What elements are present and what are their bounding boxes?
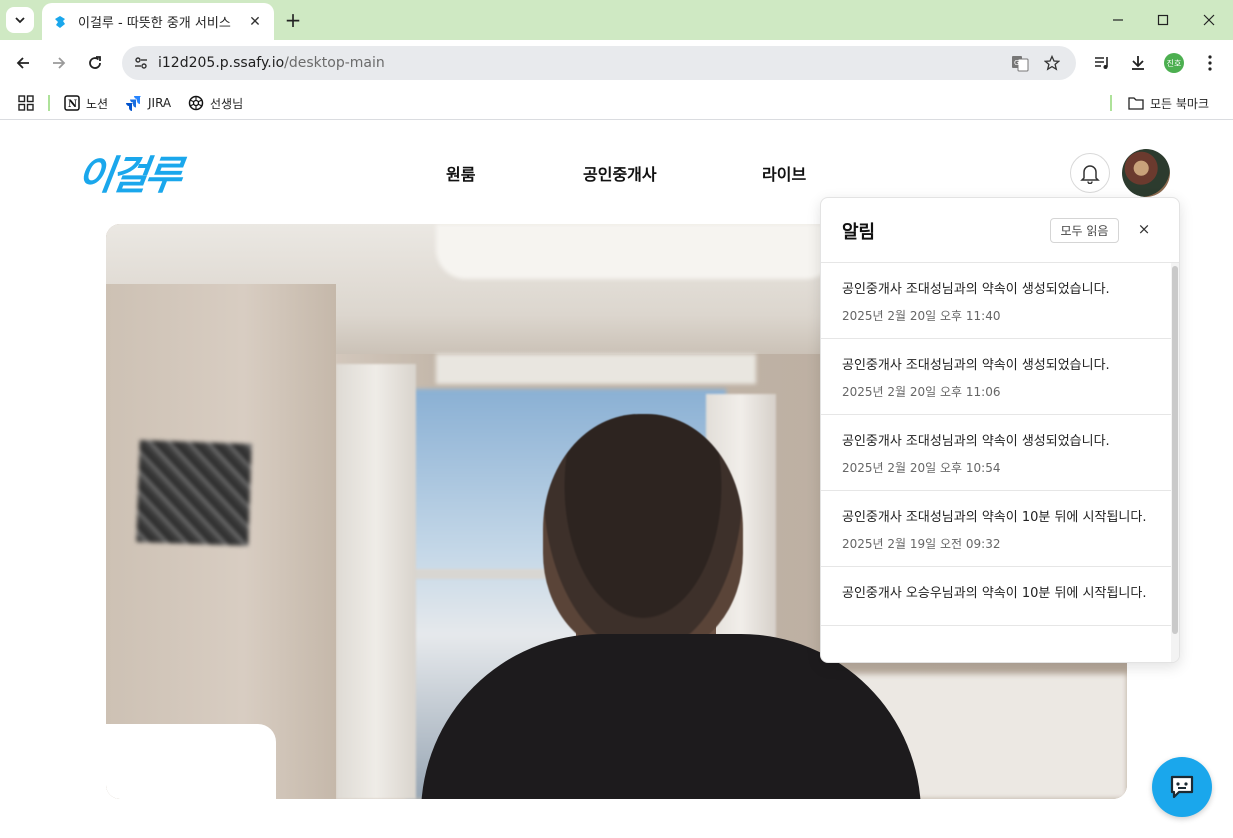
user-avatar[interactable] bbox=[1122, 149, 1170, 197]
nav-live[interactable]: 라이브 bbox=[762, 161, 806, 185]
download-icon[interactable] bbox=[1126, 51, 1150, 75]
all-bookmarks-folder[interactable]: 모든 북마크 bbox=[1128, 92, 1209, 114]
close-icon bbox=[1203, 14, 1215, 26]
notification-time: 2025년 2월 20일 오후 11:40 bbox=[842, 309, 1001, 323]
chevron-down-icon bbox=[15, 17, 25, 24]
nav-realtor[interactable]: 공인중개사 bbox=[583, 161, 657, 185]
translate-icon[interactable]: G bbox=[1009, 52, 1031, 74]
notification-item[interactable]: 공인중개사 조대성님과의 약속이 생성되었습니다. 2025년 2월 20일 오… bbox=[821, 415, 1171, 491]
arrow-left-icon bbox=[16, 57, 29, 69]
reload-button[interactable] bbox=[82, 50, 108, 76]
chat-icon bbox=[1170, 775, 1194, 799]
reload-icon bbox=[89, 56, 101, 69]
bookmark-jira[interactable]: JIRA bbox=[126, 92, 171, 114]
menu-kebab-icon[interactable] bbox=[1198, 51, 1222, 75]
notification-title: 알림 bbox=[842, 222, 876, 243]
minimize-button[interactable] bbox=[1098, 6, 1138, 34]
all-bookmarks-label: 모든 북마크 bbox=[1150, 96, 1210, 111]
bookmarks-bar: N 노션 JIRA 선생님 모든 북마크 bbox=[0, 86, 1233, 120]
forward-button[interactable] bbox=[46, 50, 72, 76]
bookmark-notion[interactable]: N 노션 bbox=[64, 92, 108, 114]
url-host: i12d205.p.ssafy.io bbox=[158, 55, 285, 71]
svg-text:N: N bbox=[68, 99, 77, 110]
profile-button[interactable]: 진호 bbox=[1162, 51, 1186, 75]
notification-list: 공인중개사 조대성님과의 약속이 생성되었습니다. 2025년 2월 20일 오… bbox=[821, 263, 1171, 662]
notification-item[interactable]: 공인중개사 조대성님과의 약속이 생성되었습니다. 2025년 2월 20일 오… bbox=[821, 339, 1171, 415]
tab-title: 이걸루 - 따뜻한 중개 서비스 bbox=[78, 16, 231, 31]
arrow-right-icon bbox=[53, 57, 66, 69]
folder-icon bbox=[1128, 95, 1144, 111]
page-content: 이걸루 원룸 공인중개사 라이브 알림 모두 읽음 × 공인중개사 조대성님과의… bbox=[0, 121, 1233, 838]
notification-time: 2025년 2월 19일 오전 09:32 bbox=[842, 537, 1001, 551]
profile-avatar: 진호 bbox=[1164, 53, 1184, 73]
bookmark-separator bbox=[48, 95, 50, 111]
wall-picture bbox=[136, 440, 252, 546]
tab-close-icon[interactable]: ✕ bbox=[246, 14, 264, 30]
browser-toolbar: i12d205.p.ssafy.io/desktop-main G 진호 bbox=[0, 40, 1233, 86]
site-info-icon[interactable] bbox=[124, 46, 158, 80]
nav-oneroom[interactable]: 원룸 bbox=[446, 161, 475, 185]
apps-grid-icon[interactable] bbox=[18, 92, 34, 114]
notification-scrollbar[interactable] bbox=[1171, 263, 1179, 662]
bookmark-teacher[interactable]: 선생님 bbox=[188, 92, 243, 114]
notification-message: 공인중개사 조대성님과의 약속이 생성되었습니다. bbox=[842, 358, 1110, 373]
minimize-icon bbox=[1113, 19, 1123, 21]
tab-search-button[interactable] bbox=[6, 7, 34, 33]
new-tab-button[interactable]: + bbox=[282, 8, 304, 32]
notification-time: 2025년 2월 20일 오후 11:06 bbox=[842, 385, 1001, 399]
bookmark-separator bbox=[1110, 95, 1112, 111]
address-bar[interactable]: i12d205.p.ssafy.io/desktop-main G bbox=[122, 46, 1076, 80]
tab-bar: 이걸루 - 따뜻한 중개 서비스 ✕ + bbox=[0, 0, 1233, 40]
site-logo[interactable]: 이걸루 bbox=[74, 143, 184, 201]
close-window-button[interactable] bbox=[1189, 6, 1229, 34]
bookmark-label: 선생님 bbox=[210, 96, 244, 111]
url-text: i12d205.p.ssafy.io/desktop-main bbox=[158, 55, 385, 71]
notification-panel: 알림 모두 읽음 × 공인중개사 조대성님과의 약속이 생성되었습니다. 202… bbox=[820, 197, 1180, 663]
openai-icon bbox=[188, 95, 204, 111]
scrollbar-thumb[interactable] bbox=[1172, 266, 1178, 634]
url-path: /desktop-main bbox=[284, 55, 385, 71]
media-control-icon[interactable] bbox=[1090, 51, 1114, 75]
bell-icon bbox=[1080, 165, 1100, 184]
notification-message: 공인중개사 오승우님과의 약속이 10분 뒤에 시작됩니다. bbox=[842, 586, 1147, 601]
notification-header: 알림 모두 읽음 × bbox=[821, 198, 1179, 263]
site-favicon-icon bbox=[52, 14, 68, 30]
notification-message: 공인중개사 조대성님과의 약속이 10분 뒤에 시작됩니다. bbox=[842, 510, 1147, 525]
mark-all-read-button[interactable]: 모두 읽음 bbox=[1050, 218, 1119, 243]
notification-bell-button[interactable] bbox=[1070, 153, 1110, 193]
notification-item[interactable]: 공인중개사 오승우님과의 약속이 10분 뒤에 시작됩니다. bbox=[821, 567, 1171, 626]
notification-time: 2025년 2월 20일 오후 10:54 bbox=[842, 461, 1001, 475]
notification-message: 공인중개사 조대성님과의 약속이 생성되었습니다. bbox=[842, 282, 1110, 297]
notification-item[interactable]: 공인중개사 조대성님과의 약속이 10분 뒤에 시작됩니다. 2025년 2월 … bbox=[821, 491, 1171, 567]
jira-icon bbox=[126, 95, 142, 111]
maximize-button[interactable] bbox=[1143, 6, 1183, 34]
maximize-icon bbox=[1157, 14, 1169, 26]
bookmark-star-icon[interactable] bbox=[1041, 52, 1063, 74]
active-tab[interactable]: 이걸루 - 따뜻한 중개 서비스 ✕ bbox=[42, 3, 274, 40]
bookmark-label: 노션 bbox=[86, 96, 109, 111]
back-button[interactable] bbox=[10, 50, 36, 76]
svg-text:G: G bbox=[1014, 59, 1019, 67]
notion-icon: N bbox=[64, 95, 80, 111]
chat-button[interactable] bbox=[1152, 757, 1212, 817]
notification-item[interactable]: 공인중개사 조대성님과의 약속이 생성되었습니다. 2025년 2월 20일 오… bbox=[821, 263, 1171, 339]
close-notification-button[interactable]: × bbox=[1133, 218, 1155, 240]
bookmark-label: JIRA bbox=[148, 96, 172, 110]
notification-message: 공인중개사 조대성님과의 약속이 생성되었습니다. bbox=[842, 434, 1110, 449]
